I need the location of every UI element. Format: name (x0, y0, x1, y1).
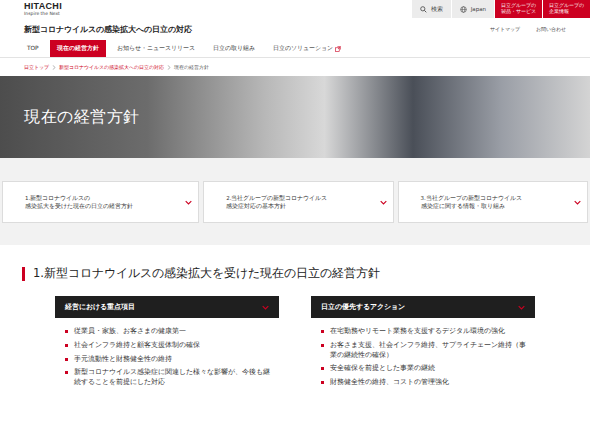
policy-panel: 日立の優先するアクション在宅勤務やリモート業務を支援するデジタル環境の強化お客さ… (311, 296, 535, 397)
chevron-down-icon (518, 305, 525, 310)
panel-row: 経営における重点項目従業員・家族、お客さまの健康第一社会インフラ維持と顧客支援体… (0, 296, 590, 397)
panel-item: お客さま支援、社会インフラ維持、サプライチェーン維持（事業の継続性の確保） (321, 341, 527, 360)
panel-item: 新型コロナウイルス感染症に関連した様々な影響が、今後も継続することを前提にした対… (65, 368, 271, 387)
top-bar: HITACHIInspire the Next 検索Japan日立グループの製品・… (0, 0, 590, 18)
policy-panel: 経営における重点項目従業員・家族、お客さまの健康第一社会インフラ維持と顧客支援体… (55, 296, 279, 397)
panel-header[interactable]: 日立の優先するアクション (311, 296, 535, 318)
bullet (65, 358, 68, 361)
breadcrumb-item: 現在の経営方針 (174, 64, 209, 71)
panel-item: 安全確保を前提とした事業の継続 (321, 364, 527, 374)
breadcrumb-item[interactable]: 新型コロナウイルスの感染拡大への日立の対応 (59, 64, 164, 71)
heading-bar (22, 267, 25, 281)
tab-bar: TOP現在の経営方針お知らせ・ニュースリリース日立の取り組み日立のソリューション (0, 40, 590, 58)
anchor-link[interactable]: 1.新型コロナウイルスの感染拡大を受けた現在の日立の経営方針 (2, 181, 199, 223)
panel-item: 財務健全性の維持、コストの管理強化 (321, 378, 527, 388)
nav-tab[interactable]: 日立のソリューション (266, 40, 348, 57)
chevron-down-icon (185, 200, 192, 205)
utility-link[interactable]: お問い合わせ (536, 26, 566, 34)
hero-banner: 現在の経営方針 (0, 76, 590, 158)
nav-tab[interactable]: 現在の経営方針 (50, 40, 106, 57)
external-link-icon (335, 46, 341, 52)
hitachi-logo[interactable]: HITACHIInspire the Next (0, 0, 62, 18)
nav-tab[interactable]: お知らせ・ニュースリリース (110, 40, 202, 57)
site-title[interactable]: 新型コロナウイルスの感染拡大への日立の対応 (24, 24, 192, 35)
globe-icon (460, 6, 467, 13)
header-actions: 検索Japan日立グループの製品・サービス日立グループの企業情報 (411, 0, 590, 18)
hero-title: 現在の経営方針 (24, 105, 140, 129)
bullet (65, 371, 68, 374)
chevron-down-icon (574, 200, 581, 205)
bullet (65, 344, 68, 347)
chevron-down-icon (380, 200, 387, 205)
header-globe-button[interactable]: Japan (451, 0, 494, 18)
group-link[interactable]: 日立グループの製品・サービス (494, 0, 542, 18)
bullet (321, 344, 324, 347)
site-bar: 新型コロナウイルスの感染拡大への日立の対応 サイトマップ お問い合わせ (0, 18, 590, 40)
panel-item: 社会インフラ維持と顧客支援体制の確保 (65, 341, 271, 351)
anchor-link[interactable]: 3.当社グループの新型コロナウイルス感染症に関する情報・取り組み (398, 181, 588, 223)
panel-list: 在宅勤務やリモート業務を支援するデジタル環境の強化お客さま支援、社会インフラ維持… (311, 318, 535, 397)
header-search-button[interactable]: 検索 (411, 0, 451, 18)
bullet (321, 367, 324, 370)
anchor-link[interactable]: 2.当社グループの新型コロナウイルス感染症対応の基本方針 (203, 181, 393, 223)
chevron-down-icon (262, 305, 269, 310)
breadcrumb-trail: 日立トップ 新型コロナウイルスの感染拡大への日立の対応 現在の経営方針 (0, 58, 590, 76)
bullet (65, 330, 68, 333)
panel-item: 在宅勤務やリモート業務を支援するデジタル環境の強化 (321, 327, 527, 337)
panel-header[interactable]: 経営における重点項目 (55, 296, 279, 318)
chevron-right-icon (52, 65, 56, 70)
panel-list: 従業員・家族、お客さまの健康第一社会インフラ維持と顧客支援体制の確保手元流動性と… (55, 318, 279, 397)
section-heading: 1.新型コロナウイルスの感染拡大を受けた現在の日立の経営方針 (0, 245, 590, 296)
chevron-right-icon (167, 65, 171, 70)
nav-tab[interactable]: TOP (20, 40, 46, 57)
search-icon (420, 6, 427, 13)
nav-tab[interactable]: 日立の取り組み (206, 40, 262, 57)
panel-item: 手元流動性と財務健全性の維持 (65, 355, 271, 365)
panel-item: 従業員・家族、お客さまの健康第一 (65, 327, 271, 337)
bullet (321, 381, 324, 384)
utility-link[interactable]: サイトマップ (490, 26, 520, 34)
utility-links: サイトマップ お問い合わせ (490, 26, 566, 34)
breadcrumb-item[interactable]: 日立トップ (24, 64, 49, 71)
group-link[interactable]: 日立グループの企業情報 (542, 0, 590, 18)
anchor-strip: 1.新型コロナウイルスの感染拡大を受けた現在の日立の経営方針2.当社グループの新… (0, 158, 590, 245)
bullet (321, 330, 324, 333)
